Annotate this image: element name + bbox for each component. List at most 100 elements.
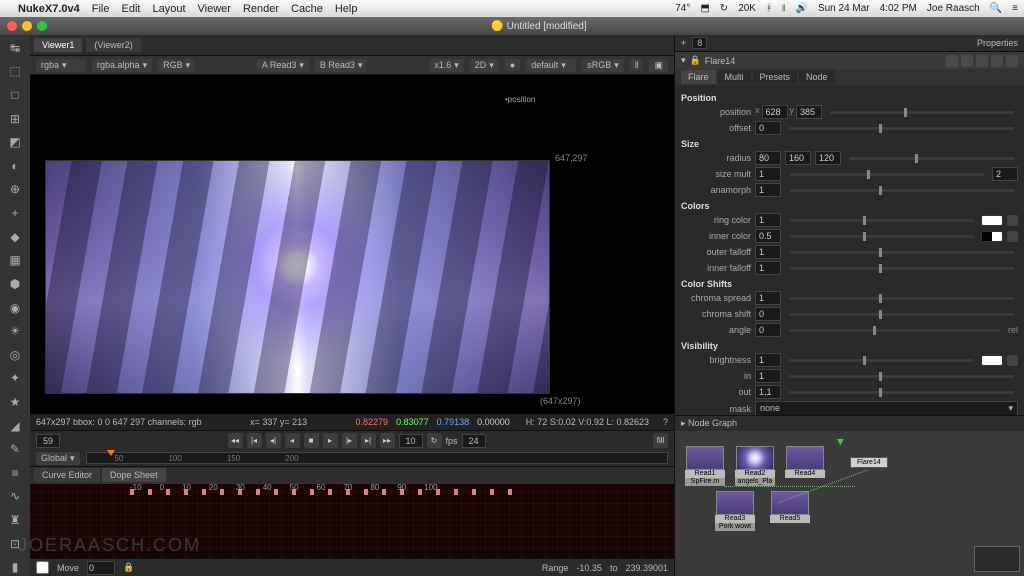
- tab-presets[interactable]: Presets: [753, 70, 798, 84]
- prop-slider[interactable]: [789, 173, 984, 176]
- tool-icon-2[interactable]: □: [5, 86, 25, 104]
- lut-dropdown[interactable]: default▾: [526, 59, 576, 72]
- tool-icon-5[interactable]: ◐: [5, 157, 25, 175]
- prop-slider[interactable]: [789, 297, 1014, 300]
- loop-button[interactable]: ↻: [427, 433, 442, 448]
- prop-value[interactable]: 0: [755, 307, 781, 321]
- prop-value[interactable]: 120: [815, 151, 841, 165]
- sync-icon[interactable]: ↻: [720, 3, 728, 14]
- add-node-button[interactable]: +: [681, 38, 686, 48]
- move-checkbox[interactable]: [36, 561, 49, 574]
- color-expand-button[interactable]: [1007, 231, 1018, 242]
- keyframe[interactable]: [418, 489, 422, 495]
- keyframe[interactable]: [382, 489, 386, 495]
- prop-value-y[interactable]: 385: [796, 105, 822, 119]
- keyframe[interactable]: [508, 489, 512, 495]
- dropbox-icon[interactable]: ⬒: [700, 3, 709, 14]
- play-forward-button[interactable]: ▸: [323, 433, 338, 448]
- timeline-ruler[interactable]: 50 100 150 200: [86, 452, 668, 464]
- keyframe[interactable]: [310, 489, 314, 495]
- tool-icon-12[interactable]: ☀: [5, 322, 25, 340]
- wifi-icon[interactable]: ⧛: [782, 3, 786, 14]
- tool-icon-16[interactable]: ◢: [5, 417, 25, 435]
- prop-slider[interactable]: [789, 329, 1000, 332]
- window-minimize-button[interactable]: [22, 21, 32, 31]
- prop-value[interactable]: 1: [755, 167, 781, 181]
- move-field[interactable]: [87, 561, 115, 575]
- menu-help[interactable]: Help: [335, 3, 358, 15]
- prop-value[interactable]: 1: [755, 353, 781, 367]
- prop-value[interactable]: 1: [755, 245, 781, 259]
- notifications-icon[interactable]: ≡: [1012, 3, 1018, 14]
- help-icon[interactable]: ?: [663, 417, 668, 427]
- prop-slider[interactable]: [789, 391, 1014, 394]
- tab-dope-sheet[interactable]: Dope Sheet: [102, 468, 166, 482]
- tool-icon-3[interactable]: ⊞: [5, 110, 25, 128]
- prop-slider[interactable]: [789, 251, 1014, 254]
- prop-slider[interactable]: [789, 359, 973, 362]
- prop-slider[interactable]: [789, 189, 1014, 192]
- menu-render[interactable]: Render: [243, 3, 279, 15]
- node-icon-4[interactable]: [991, 55, 1003, 67]
- node-read3[interactable]: Read3Pork wowt: [715, 491, 755, 531]
- tool-icon-4[interactable]: ◩: [5, 133, 25, 151]
- node-icon-1[interactable]: [946, 55, 958, 67]
- keyframe[interactable]: [238, 489, 242, 495]
- tool-icon-0[interactable]: ↹: [5, 39, 25, 57]
- tool-icon-11[interactable]: ◉: [5, 299, 25, 317]
- node-read1[interactable]: Read1SpFire.m: [685, 446, 725, 486]
- node-close-icon[interactable]: [1006, 55, 1018, 67]
- prop-slider[interactable]: [789, 235, 973, 238]
- stop-button[interactable]: ■: [304, 433, 319, 448]
- prop-slider[interactable]: [849, 157, 1014, 160]
- prop-value-x[interactable]: 628: [762, 105, 788, 119]
- prop-value[interactable]: 0: [755, 323, 781, 337]
- color-swatch[interactable]: [981, 355, 1003, 366]
- keyframe[interactable]: [184, 489, 188, 495]
- keyframe[interactable]: [220, 489, 224, 495]
- keyframe[interactable]: [454, 489, 458, 495]
- prop-slider[interactable]: [789, 267, 1014, 270]
- prop-value[interactable]: 0.5: [755, 229, 781, 243]
- prop-value[interactable]: 1: [755, 183, 781, 197]
- node-flare14[interactable]: Flare14: [850, 457, 888, 468]
- tool-icon-13[interactable]: ◎: [5, 346, 25, 364]
- tool-icon-8[interactable]: ◆: [5, 228, 25, 246]
- keyframe[interactable]: [328, 489, 332, 495]
- prop-slider[interactable]: [789, 375, 1014, 378]
- step-forward-button[interactable]: |▸: [342, 433, 357, 448]
- prop-value[interactable]: 1: [755, 369, 781, 383]
- tool-icon-17[interactable]: ✎: [5, 440, 25, 458]
- proxy-toggle[interactable]: ●: [505, 59, 520, 71]
- node-icon-3[interactable]: [976, 55, 988, 67]
- keyframe[interactable]: [202, 489, 206, 495]
- prop-slider[interactable]: [789, 219, 973, 222]
- bluetooth-icon[interactable]: ᚼ: [766, 3, 772, 14]
- play-last-button[interactable]: ▸▸: [380, 433, 395, 448]
- overlay-icon[interactable]: ▣: [649, 59, 668, 72]
- node-graph[interactable]: ▲ Read1SpFire.mRead2angels_PlaRead4Read3…: [675, 431, 1024, 576]
- color-swatch[interactable]: [981, 215, 1003, 226]
- window-zoom-button[interactable]: [37, 21, 47, 31]
- color-expand-button[interactable]: [1007, 215, 1018, 226]
- node-read5[interactable]: Read5: [770, 491, 810, 523]
- prop-slider[interactable]: [789, 127, 1014, 130]
- menu-file[interactable]: File: [92, 3, 110, 15]
- tool-icon-15[interactable]: ★: [5, 393, 25, 411]
- tool-icon-10[interactable]: ⬢: [5, 275, 25, 293]
- keyframe[interactable]: [256, 489, 260, 495]
- color-expand-button[interactable]: [1007, 355, 1018, 366]
- color-swatch[interactable]: [981, 231, 1003, 242]
- position-widget[interactable]: •position: [505, 95, 535, 104]
- node-read2[interactable]: Read2angels_Pla: [735, 446, 775, 486]
- prop-value[interactable]: 1: [755, 291, 781, 305]
- lock-node-icon[interactable]: 🔒: [690, 55, 701, 66]
- alpha-dropdown[interactable]: rgba.alpha▾: [92, 59, 152, 72]
- keyframe[interactable]: [166, 489, 170, 495]
- tool-icon-9[interactable]: ▦: [5, 251, 25, 269]
- channel-dropdown[interactable]: rgba▾: [36, 59, 86, 72]
- node-name[interactable]: Flare14: [705, 56, 736, 66]
- prop-slider[interactable]: [789, 313, 1014, 316]
- lock-icon[interactable]: 🔒: [123, 562, 134, 573]
- menu-viewer[interactable]: Viewer: [198, 3, 231, 15]
